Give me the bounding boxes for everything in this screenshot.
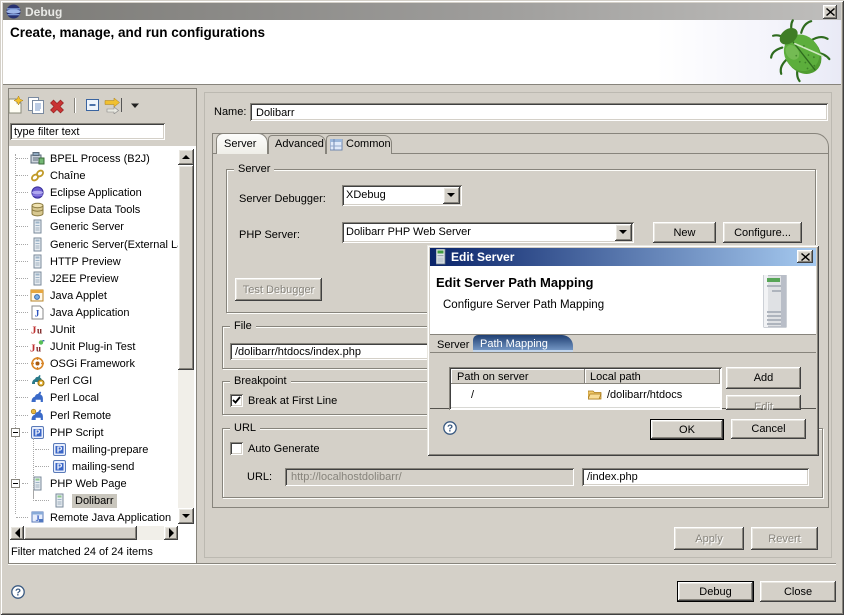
svg-text:u: u	[37, 326, 42, 336]
svg-text:?: ?	[15, 588, 21, 599]
svg-text:J: J	[35, 309, 40, 319]
svg-text:?: ?	[447, 424, 453, 435]
svg-text:u: u	[36, 344, 41, 354]
svg-text:P: P	[57, 446, 63, 455]
svg-text:P: P	[35, 429, 41, 438]
svg-text:P: P	[57, 463, 63, 472]
svg-text:J: J	[36, 514, 40, 523]
